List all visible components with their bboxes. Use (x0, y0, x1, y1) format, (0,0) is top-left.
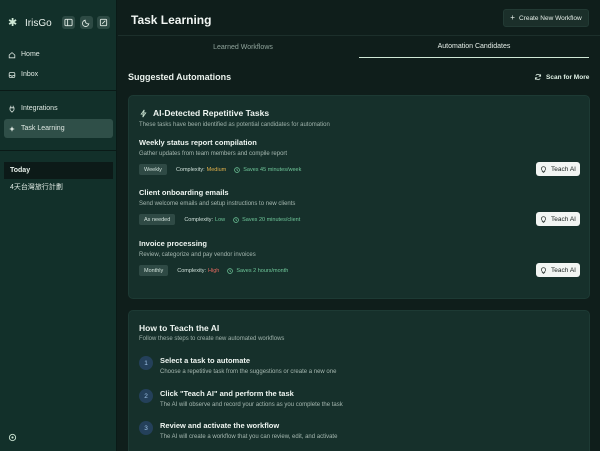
task-meta: Monthly Complexity: High Saves 2 hours/m… (139, 265, 288, 276)
step-number: 1 (139, 356, 153, 370)
sidebar-item-label: Integrations (21, 105, 58, 112)
history-heading: Today (4, 162, 113, 179)
sidebar: ✱ IrisGo Home Inbox Integrations Task Le… (0, 0, 117, 451)
task-description: Send welcome emails and setup instructio… (139, 201, 296, 207)
complexity-label: Complexity: (184, 216, 214, 223)
brand[interactable]: ✱ IrisGo (8, 15, 52, 31)
complexity-label: Complexity: (177, 267, 206, 274)
card-title: How to Teach the AI (139, 323, 220, 333)
settings-button[interactable] (8, 429, 17, 442)
step-description: The AI will create a workflow that you c… (160, 434, 338, 440)
ai-detected-tasks-card: AI-Detected Repetitive Tasks These tasks… (128, 95, 590, 299)
toggle-sidebar-button[interactable] (62, 16, 75, 29)
task-name: Invoice processing (139, 239, 207, 248)
sidebar-item-label: Task Learning (21, 125, 65, 132)
step-title: Select a task to automate (160, 356, 251, 365)
how-to-teach-card: How to Teach the AI Follow these steps t… (128, 310, 590, 451)
home-icon (8, 51, 16, 59)
savings-text: Saves 2 hours/month (236, 267, 289, 274)
app-name: IrisGo (25, 17, 52, 29)
plug-icon (8, 105, 16, 113)
step-number: 3 (139, 421, 153, 435)
savings-text: Saves 20 minutes/client (242, 216, 301, 223)
teach-ai-button[interactable]: Teach AI (536, 263, 580, 277)
savings: Saves 20 minutes/client (233, 217, 300, 223)
sparkle-icon: ✱ (8, 16, 18, 29)
card-subtitle: Follow these steps to create new automat… (139, 336, 285, 342)
teach-ai-label: Teach AI (551, 215, 576, 223)
card-title: AI-Detected Repetitive Tasks (139, 108, 269, 118)
learning-icon (8, 125, 16, 133)
create-workflow-button[interactable]: + Create New Workflow (503, 9, 589, 27)
task-description: Gather updates from team members and com… (139, 151, 288, 157)
plus-icon: + (510, 13, 515, 22)
card-subtitle: These tasks have been identified as pote… (139, 122, 330, 128)
theme-toggle-button[interactable] (80, 16, 93, 29)
step-number: 2 (139, 389, 153, 403)
clock-icon (227, 267, 234, 274)
step-title: Click "Teach AI" and perform the task (160, 389, 294, 398)
history-item[interactable]: 4天台灣旅行計劃 (10, 182, 63, 192)
divider (0, 150, 117, 151)
step-description: Choose a repetitive task from the sugges… (160, 369, 337, 375)
lightning-icon (140, 109, 147, 117)
frequency-badge: Monthly (139, 265, 169, 276)
step-title: Review and activate the workflow (160, 421, 280, 430)
scan-for-more-button[interactable]: Scan for More (534, 73, 589, 81)
main-content: Task Learning + Create New Workflow Lear… (118, 0, 600, 451)
savings: Saves 2 hours/month (227, 268, 288, 274)
sidebar-item-home[interactable]: Home (4, 45, 113, 64)
savings-text: Saves 45 minutes/week (243, 166, 302, 173)
savings: Saves 45 minutes/week (234, 167, 301, 173)
create-workflow-label: Create New Workflow (518, 14, 582, 22)
scan-for-more-label: Scan for More (546, 73, 590, 81)
frequency-badge: Weekly (139, 164, 167, 175)
teach-ai-button[interactable]: Teach AI (536, 212, 580, 226)
inbox-icon (8, 71, 16, 79)
section-title: Suggested Automations (128, 72, 232, 82)
new-chat-button[interactable] (97, 16, 110, 29)
task-name: Weekly status report compilation (139, 138, 257, 147)
page-title: Task Learning (131, 13, 212, 27)
clock-icon (233, 216, 239, 223)
divider (0, 90, 117, 91)
card-title-text: AI-Detected Repetitive Tasks (153, 108, 270, 118)
scan-icon (534, 73, 542, 81)
complexity-value: Low (215, 216, 226, 223)
frequency-badge: As needed (139, 214, 176, 225)
lightbulb-icon (541, 165, 546, 173)
teach-ai-button[interactable]: Teach AI (536, 162, 580, 176)
sidebar-item-label: Inbox (21, 71, 39, 78)
step-description: The AI will observe and record your acti… (160, 402, 343, 408)
task-description: Review, categorize and pay vendor invoic… (139, 252, 256, 258)
teach-ai-label: Teach AI (551, 266, 576, 274)
complexity-value: High (208, 267, 220, 274)
settings-icon (8, 433, 17, 442)
complexity-value: Medium (206, 166, 227, 173)
tab-automation-candidates[interactable]: Automation Candidates (359, 36, 589, 58)
tab-learned-workflows[interactable]: Learned Workflows (128, 36, 358, 58)
teach-ai-label: Teach AI (551, 165, 576, 173)
sidebar-item-task-learning[interactable]: Task Learning (4, 119, 113, 138)
task-meta: Weekly Complexity: Medium Saves 45 minut… (139, 164, 301, 175)
panel-icon (64, 18, 73, 27)
edit-icon (99, 18, 108, 27)
lightbulb-icon (541, 266, 546, 274)
task-name: Client onboarding emails (139, 188, 229, 197)
sidebar-item-inbox[interactable]: Inbox (4, 65, 113, 84)
complexity-label: Complexity: (175, 166, 205, 173)
sidebar-item-label: Home (21, 51, 40, 58)
task-meta: As needed Complexity: Low Saves 20 minut… (139, 214, 300, 225)
sidebar-item-integrations[interactable]: Integrations (4, 99, 113, 118)
lightbulb-icon (541, 215, 546, 223)
moon-icon (82, 19, 90, 27)
clock-icon (234, 166, 240, 173)
